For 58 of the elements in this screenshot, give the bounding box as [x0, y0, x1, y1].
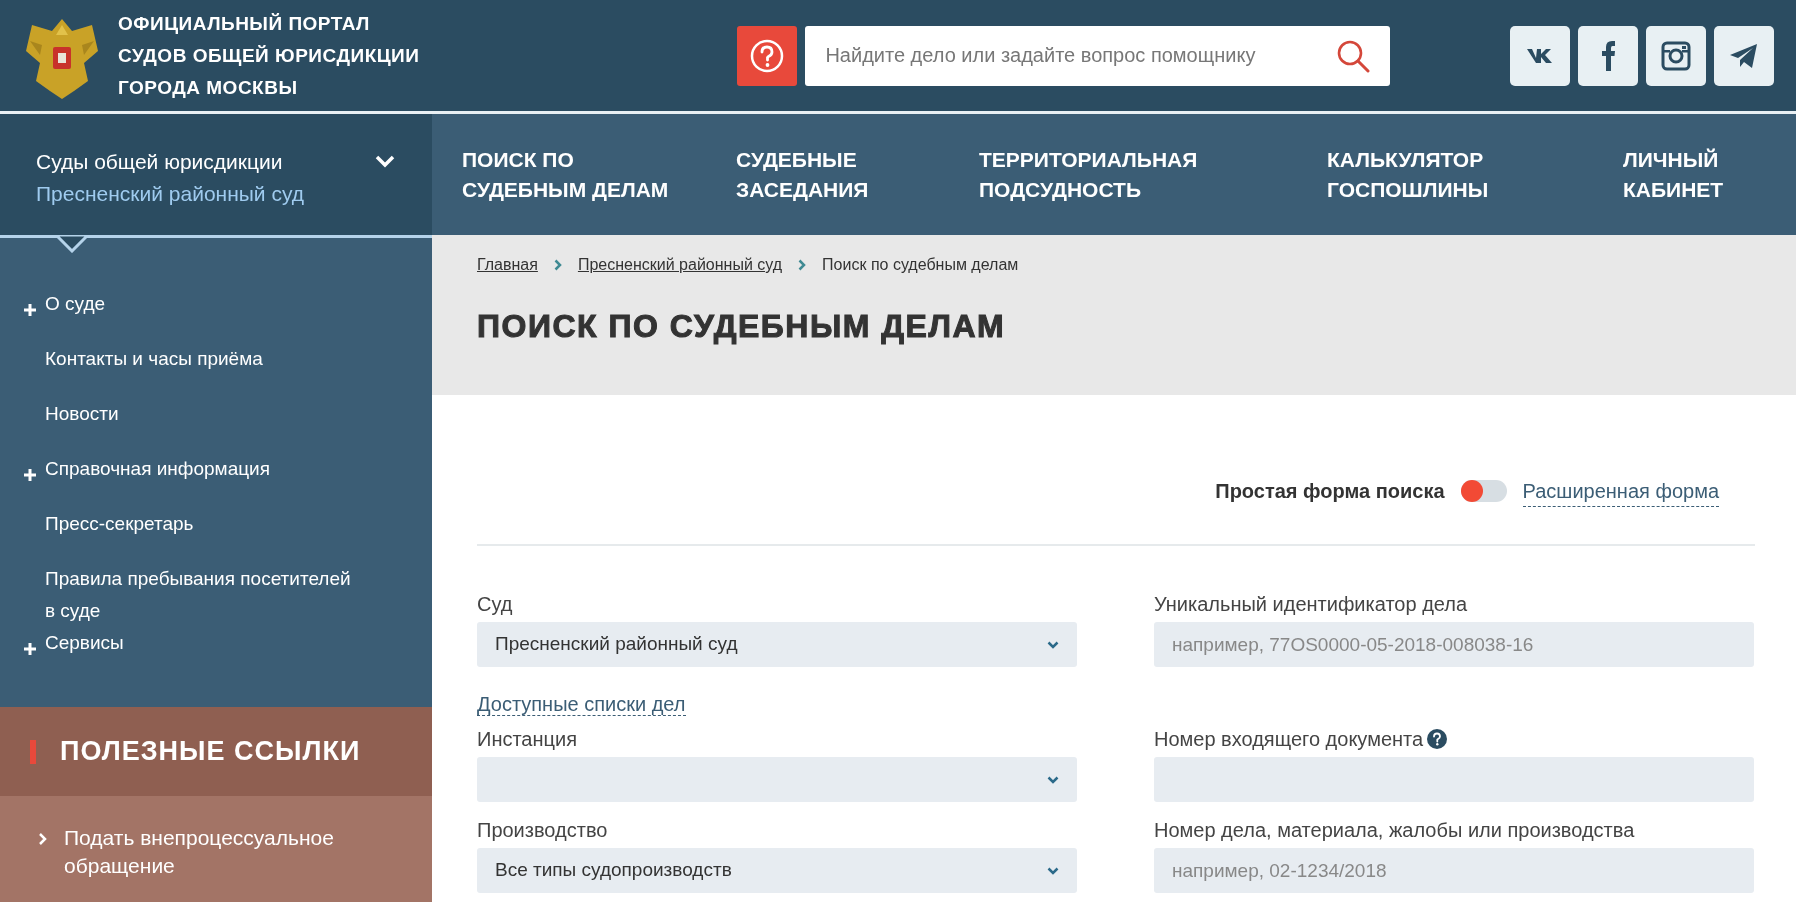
help-button[interactable]	[737, 25, 798, 86]
nav-link[interactable]: СУДЕБНЫЕ ЗАСЕДАНИЯ	[736, 144, 979, 205]
chevron-icon	[553, 259, 562, 271]
breadcrumb-current: Поиск по судебным делам	[822, 255, 1019, 275]
selector-subtitle: Пресненский районный суд	[36, 180, 305, 207]
sidebar-item[interactable]: Пресс-секретарь	[45, 508, 194, 540]
portal-title: ОФИЦИАЛЬНЫЙ ПОРТАЛ	[118, 11, 371, 36]
caret-icon	[1047, 866, 1059, 875]
search-field[interactable]: Найдите дело или задайте вопрос помощнику	[805, 25, 1391, 86]
nav-link[interactable]: КАЛЬКУЛЯТОР ГОСПОШЛИНЫ	[1327, 144, 1623, 205]
selector-title: Суды общей юрисдикции	[36, 149, 284, 175]
plus-icon	[23, 302, 37, 317]
select-field[interactable]	[477, 757, 1077, 802]
field-label: Номер входящего документа	[1154, 727, 1424, 752]
social-button[interactable]	[1646, 25, 1706, 86]
breadcrumb-link[interactable]: Главная	[477, 253, 538, 277]
mode-toggle[interactable]	[1460, 480, 1507, 502]
search-icon[interactable]	[1336, 38, 1371, 73]
field-label: Уникальный идентификатор дела	[1154, 592, 1468, 617]
page-title: ПОИСК ПО СУДЕБНЫМ ДЕЛАМ	[477, 307, 1007, 346]
text-field[interactable]	[1154, 757, 1754, 802]
sidebar-item[interactable]: Сервисы	[45, 627, 124, 659]
select-field[interactable]: Все типы судопроизводств	[477, 848, 1077, 893]
nav-link[interactable]: ПОИСК ПО СУДЕБНЫМ ДЕЛАМ	[462, 144, 736, 205]
court-selector[interactable]: Суды общей юрисдикции Пресненский районный суд	[0, 114, 432, 235]
field-label: Инстанция	[477, 727, 577, 752]
field-label: Номер дела, материала, жалобы или производства	[1154, 818, 1635, 843]
field-label: Суд	[477, 592, 513, 617]
sidebar-item[interactable]: Новости	[45, 398, 119, 430]
section-title: ПОЛЕЗНЫЕ ССЫЛКИ	[60, 735, 361, 769]
social-button[interactable]	[1714, 25, 1774, 86]
text-field[interactable]: например, 02-1234/2018	[1154, 848, 1754, 893]
portal-title: ГОРОДА МОСКВЫ	[118, 75, 299, 100]
sidebar-item[interactable]: Справочная информация	[45, 453, 270, 485]
caret-icon	[1047, 640, 1059, 649]
plus-icon	[23, 641, 37, 656]
sidebar-item[interactable]: О суде	[45, 288, 106, 320]
text-field[interactable]: например, 77OS0000-05-2018-008038-16	[1154, 622, 1754, 667]
plus-icon	[23, 467, 37, 482]
social-button[interactable]	[1510, 25, 1570, 86]
portal-title: СУДОВ ОБЩЕЙ ЮРИСДИКЦИИ	[118, 43, 420, 68]
question-icon	[749, 37, 786, 74]
nav-link[interactable]: ТЕРРИТОРИАЛЬНАЯ ПОДСУДНОСТЬ	[979, 144, 1327, 205]
list-link[interactable]: Доступные списки дел	[477, 693, 686, 716]
select-field[interactable]: Пресненский районный суд	[477, 622, 1077, 667]
field-label: Производство	[477, 818, 608, 843]
chevron-icon	[38, 832, 48, 846]
caret-icon	[1047, 775, 1059, 784]
social-button[interactable]	[1578, 25, 1638, 86]
facebook-icon	[1601, 40, 1615, 71]
breadcrumb-link[interactable]: Пресненский районный суд	[577, 253, 783, 277]
advanced-form-link[interactable]: Расширенная форма	[1522, 475, 1719, 507]
nav-link[interactable]: ЛИЧНЫЙ КАБИНЕТ	[1623, 144, 1724, 205]
sidebar-item[interactable]: Правила пребывания посетителей в суде	[45, 563, 355, 627]
chevron-icon	[798, 259, 807, 271]
mode-label: Простая форма поиска	[1215, 479, 1445, 504]
accent-bar	[30, 739, 36, 764]
sidebar-item[interactable]: Контакты и часы приёма	[45, 343, 263, 375]
